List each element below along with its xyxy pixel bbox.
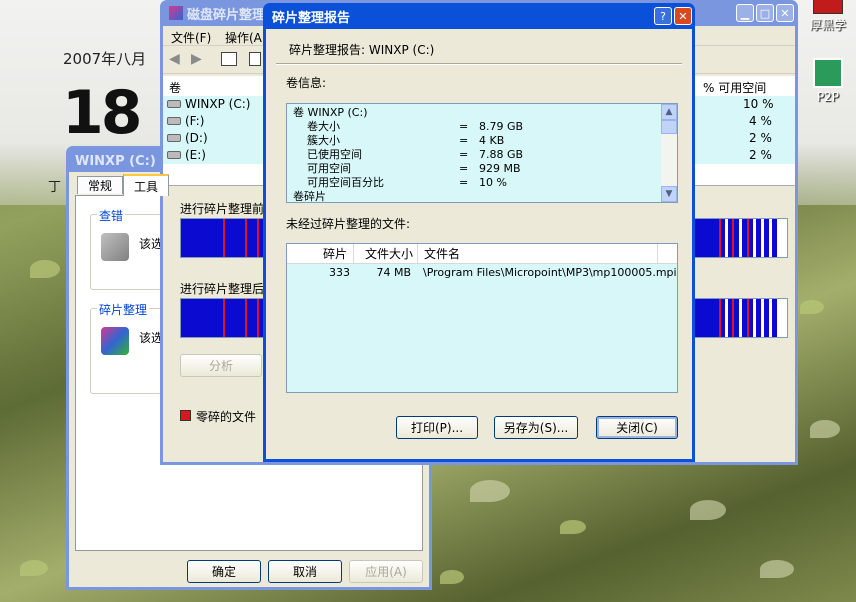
back-arrow-icon[interactable]: ◀ xyxy=(169,51,180,67)
menu-action[interactable]: 操作(A) xyxy=(225,29,267,46)
files-list[interactable]: 碎片 文件大小 文件名 333 74 MB \Program Files\Mic… xyxy=(286,243,678,393)
report-separator xyxy=(276,63,682,65)
maximize-button[interactable]: □ xyxy=(756,4,774,22)
col-file-name[interactable]: 文件名 xyxy=(417,244,657,264)
report-dialog: 碎片整理报告 ? ✕ 碎片整理报告: WINXP (C:) 卷信息: 卷 WIN… xyxy=(263,3,695,462)
defrag-app-icon xyxy=(169,6,183,20)
col-file-size[interactable]: 文件大小 xyxy=(353,244,417,264)
volume-info-label: 卷信息: xyxy=(286,76,327,90)
minimize-button[interactable]: ▁ xyxy=(736,4,754,22)
print-button[interactable]: 打印(P)... xyxy=(396,416,478,439)
volume-header[interactable]: 卷 xyxy=(169,79,181,96)
free-pct-header[interactable]: % 可用空间 xyxy=(703,79,766,96)
desktop-icon-book[interactable]: 厚黑学 xyxy=(798,0,856,33)
properties-icon[interactable] xyxy=(249,52,261,66)
scroll-thumb[interactable] xyxy=(661,120,677,134)
calendar-note: 丁 xyxy=(48,180,62,195)
col-fragments[interactable]: 碎片 xyxy=(287,244,353,264)
volume-info-line: 卷 WINXP (C:) xyxy=(293,106,368,119)
calendar-month: 2007年八月 xyxy=(63,50,147,68)
scroll-down-icon[interactable]: ▼ xyxy=(661,186,677,202)
report-titlebar[interactable]: 碎片整理报告 xyxy=(266,3,692,29)
drive-icon xyxy=(167,100,181,108)
drive-icon xyxy=(167,151,181,159)
save-as-button[interactable]: 另存为(S)... xyxy=(494,416,578,439)
file-row[interactable]: 333 74 MB \Program Files\Micropoint\MP3\… xyxy=(287,264,677,281)
red-book-icon xyxy=(813,0,843,14)
scroll-up-icon[interactable]: ▲ xyxy=(661,104,677,120)
info-scrollbar[interactable]: ▲ ▼ xyxy=(661,104,677,202)
console-tree-icon[interactable] xyxy=(221,52,237,66)
report-title: 碎片整理报告 xyxy=(272,10,351,26)
close-button[interactable]: 关闭(C) xyxy=(596,416,678,439)
desktop-icon-label: P2P xyxy=(816,90,840,104)
legend-fragmented-label: 零碎的文件 xyxy=(196,410,257,424)
defrag-title: 磁盘碎片整理 xyxy=(187,7,266,23)
ok-button[interactable]: 确定 xyxy=(187,560,261,583)
cancel-button[interactable]: 取消 xyxy=(268,560,342,583)
help-button[interactable]: ? xyxy=(654,7,672,25)
legend-fragmented-swatch xyxy=(180,410,191,421)
close-dialog-button[interactable]: ✕ xyxy=(674,7,692,25)
p2p-share-icon xyxy=(813,58,843,88)
undefrag-files-label: 未经过碎片整理的文件: xyxy=(286,217,411,231)
tab-general[interactable]: 常规 xyxy=(77,176,123,194)
after-label: 进行碎片整理后 xyxy=(180,282,265,296)
volume-info-line: 卷碎片 xyxy=(293,190,326,203)
volume-info-line: 卷大小 = 8.79 GB xyxy=(307,120,524,133)
report-heading: 碎片整理报告: WINXP (C:) xyxy=(289,43,435,57)
before-label: 进行碎片整理前 xyxy=(180,202,265,216)
drive-icon xyxy=(167,134,181,142)
volume-info-line: 已使用空间 = 7.88 GB xyxy=(307,148,524,161)
menu-file[interactable]: 文件(F) xyxy=(171,29,211,46)
forward-arrow-icon[interactable]: ▶ xyxy=(191,51,202,67)
desktop-icon-label: 厚黑学 xyxy=(809,18,846,32)
close-window-button[interactable]: ✕ xyxy=(776,4,794,22)
drive-icon xyxy=(167,117,181,125)
error-check-icon xyxy=(101,233,129,261)
volume-info-line: 簇大小 = 4 KB xyxy=(307,134,505,147)
desktop-icon-p2p[interactable]: P2P xyxy=(798,58,856,104)
volume-info-line: 可用空间百分比 = 10 % xyxy=(307,176,507,189)
analyze-button[interactable]: 分析 xyxy=(180,354,262,377)
volume-info-box[interactable]: 卷 WINXP (C:) 卷大小 = 8.79 GB 簇大小 = 4 KB 已使用空间 = 7.8… xyxy=(286,103,678,203)
defrag-icon xyxy=(101,327,129,355)
tab-tools[interactable]: 工具 xyxy=(123,174,169,196)
volume-info-line: 可用空间 = 929 MB xyxy=(307,162,521,175)
calendar-day: 18 xyxy=(62,78,142,148)
apply-button[interactable]: 应用(A) xyxy=(349,560,423,583)
